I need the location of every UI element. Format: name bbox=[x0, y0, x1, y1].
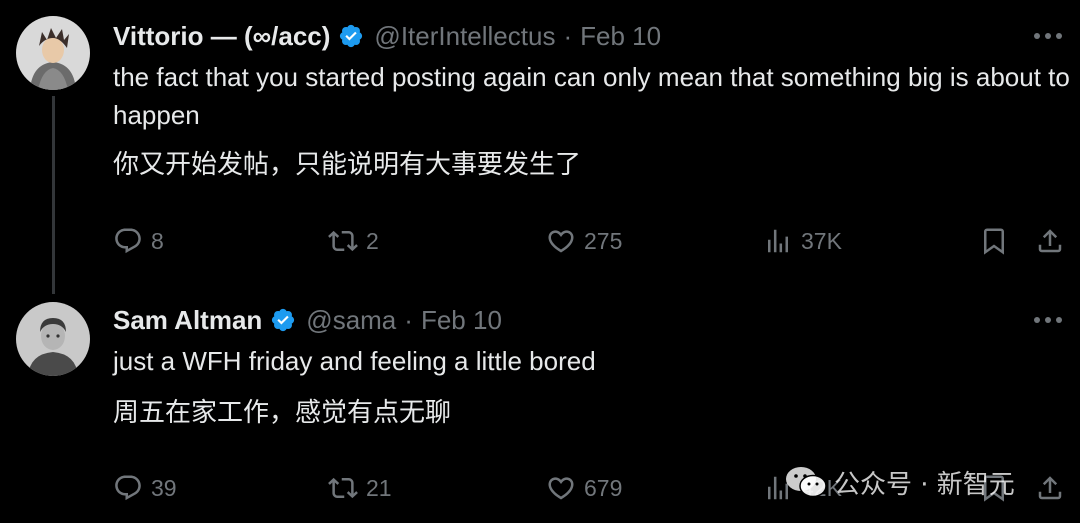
like-count: 275 bbox=[584, 227, 623, 254]
repost-icon bbox=[328, 230, 358, 252]
wechat-icon bbox=[786, 467, 827, 498]
repost-button[interactable]: 2 bbox=[328, 221, 379, 261]
repost-icon bbox=[328, 477, 358, 499]
views-button[interactable]: 37K bbox=[763, 221, 842, 261]
verified-badge-icon[interactable] bbox=[338, 23, 364, 49]
repost-button[interactable]: 21 bbox=[328, 468, 392, 508]
timestamp[interactable]: Feb 10 bbox=[580, 21, 661, 52]
avatar[interactable] bbox=[16, 302, 90, 376]
share-icon bbox=[1038, 476, 1062, 500]
like-count: 679 bbox=[584, 474, 623, 501]
author-handle[interactable]: @IterIntellectus bbox=[374, 21, 555, 52]
separator-dot: · bbox=[404, 304, 413, 335]
verified-badge-icon[interactable] bbox=[270, 307, 296, 333]
heart-icon bbox=[548, 230, 574, 253]
reply-icon bbox=[115, 475, 141, 501]
share-button[interactable] bbox=[1035, 468, 1065, 508]
like-button[interactable]: 679 bbox=[546, 468, 622, 508]
more-options-icon[interactable] bbox=[1030, 18, 1066, 54]
tweet-text: just a WFH friday and feeling a little b… bbox=[113, 346, 596, 376]
repost-count: 21 bbox=[366, 474, 392, 501]
share-icon bbox=[1038, 229, 1062, 253]
author-name[interactable]: Vittorio — (∞/acc) bbox=[113, 21, 330, 52]
tweet-header: Vittorio — (∞/acc) @IterIntellectus · Fe… bbox=[113, 16, 661, 56]
like-button[interactable]: 275 bbox=[546, 221, 622, 261]
tweet[interactable]: Vittorio — (∞/acc) @IterIntellectus · Fe… bbox=[0, 0, 1080, 294]
tweet-text: the fact that you started posting again … bbox=[113, 62, 1070, 130]
share-button[interactable] bbox=[1035, 221, 1065, 261]
reply-count: 39 bbox=[151, 474, 177, 501]
bookmark-button[interactable] bbox=[979, 221, 1009, 261]
tweet-translation: 你又开始发帖，只能说明有大事要发生了 bbox=[113, 150, 582, 180]
wechat-watermark: 公众号 · 新智元 bbox=[784, 462, 1015, 502]
reply-icon bbox=[115, 228, 141, 254]
reply-button[interactable]: 39 bbox=[113, 468, 177, 508]
reply-count: 8 bbox=[151, 227, 164, 254]
repost-count: 2 bbox=[366, 227, 379, 254]
thread-line bbox=[52, 96, 55, 294]
tweet-actions: 8 2 275 37K bbox=[113, 221, 1073, 261]
bookmark-icon bbox=[984, 228, 1004, 255]
avatar[interactable] bbox=[16, 16, 90, 90]
view-count: 37K bbox=[801, 227, 842, 254]
more-options-icon[interactable] bbox=[1030, 302, 1066, 338]
heart-icon bbox=[548, 477, 574, 500]
watermark-text: 公众号 · 新智元 bbox=[834, 469, 1015, 500]
author-handle[interactable]: @sama bbox=[306, 305, 396, 336]
author-name[interactable]: Sam Altman bbox=[113, 305, 262, 336]
analytics-icon bbox=[768, 229, 788, 253]
tweet-header: Sam Altman @sama · Feb 10 bbox=[113, 300, 502, 340]
tweet-translation: 周五在家工作，感觉有点无聊 bbox=[113, 398, 452, 428]
timestamp[interactable]: Feb 10 bbox=[421, 305, 502, 336]
separator-dot: · bbox=[563, 20, 573, 51]
reply-button[interactable]: 8 bbox=[113, 221, 164, 261]
